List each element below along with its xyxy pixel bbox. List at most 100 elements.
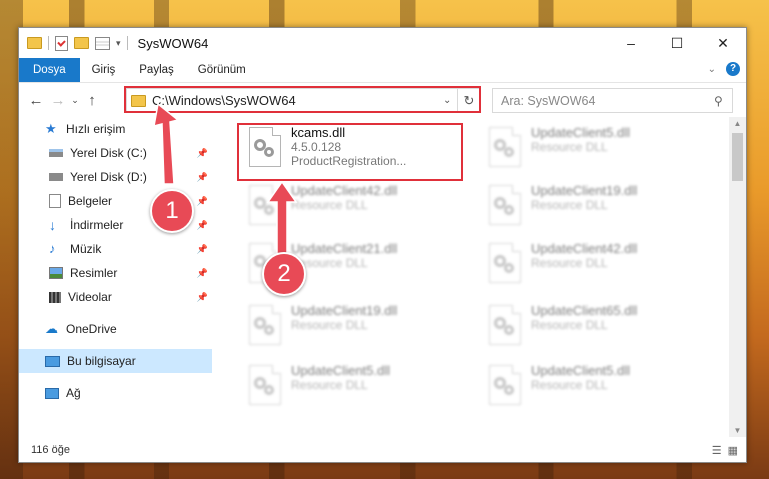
up-button[interactable]: ↑ bbox=[81, 92, 103, 109]
pin-icon[interactable]: 📌 bbox=[197, 172, 208, 183]
customize-dropdown-icon[interactable]: ▾ bbox=[116, 38, 121, 49]
tab-file[interactable]: Dosya bbox=[19, 58, 80, 82]
folder-icon bbox=[27, 37, 42, 49]
properties-icon[interactable] bbox=[95, 36, 110, 50]
explorer-window: ▾ SysWOW64 – ☐ ✕ Dosya Giriş Paylaş Görü… bbox=[18, 27, 747, 463]
dll-file-icon bbox=[243, 303, 283, 349]
pin-icon[interactable]: 📌 bbox=[197, 196, 208, 207]
search-input[interactable]: Ara: SysWOW64 ⚲ bbox=[492, 88, 733, 113]
videos-icon bbox=[49, 291, 61, 303]
tab-view[interactable]: Görünüm bbox=[186, 58, 258, 82]
file-name: UpdateClient42.dll bbox=[531, 241, 638, 256]
file-description: Resource DLL bbox=[531, 198, 608, 212]
expand-ribbon-icon[interactable]: ⌄ bbox=[708, 64, 716, 75]
nav-item-label: Hızlı erişim bbox=[66, 122, 126, 136]
scroll-up-icon[interactable]: ▲ bbox=[729, 119, 746, 128]
search-placeholder: Ara: SysWOW64 bbox=[501, 93, 596, 108]
file-name: UpdateClient5.dll bbox=[291, 363, 391, 378]
pin-icon[interactable]: 📌 bbox=[197, 292, 208, 303]
back-button[interactable]: ← bbox=[25, 92, 47, 109]
search-icon: ⚲ bbox=[714, 93, 723, 108]
nav-item-label: Yerel Disk (D:) bbox=[70, 170, 147, 184]
help-icon[interactable]: ? bbox=[726, 62, 740, 76]
file-item[interactable]: UpdateClient5.dll Resource DLL bbox=[483, 125, 713, 181]
pin-icon[interactable]: 📌 bbox=[197, 148, 208, 159]
status-bar: 116 öğe ☰ ▦ bbox=[19, 438, 746, 462]
window-title: SysWOW64 bbox=[137, 35, 209, 51]
nav-item-label: Müzik bbox=[70, 242, 102, 256]
dll-file-icon bbox=[483, 183, 523, 229]
dll-file-icon bbox=[483, 303, 523, 349]
vertical-scrollbar[interactable]: ▲ ▼ bbox=[729, 117, 746, 437]
scroll-down-icon[interactable]: ▼ bbox=[729, 426, 746, 435]
forward-button[interactable]: → bbox=[47, 92, 69, 109]
step-badge-2: 2 bbox=[262, 252, 306, 296]
pin-icon[interactable]: 📌 bbox=[197, 220, 208, 231]
pictures-icon bbox=[49, 267, 63, 279]
window-controls: – ☐ ✕ bbox=[608, 28, 746, 58]
star-icon: ★ bbox=[45, 121, 57, 136]
minimize-button[interactable]: – bbox=[608, 28, 654, 58]
nav-item-label: Yerel Disk (C:) bbox=[70, 146, 147, 160]
nav-item-label: OneDrive bbox=[66, 322, 117, 336]
file-description: Resource DLL bbox=[291, 378, 368, 392]
recent-locations-icon[interactable]: ⌄ bbox=[69, 95, 81, 106]
download-icon: ↓ bbox=[49, 217, 56, 233]
file-item[interactable]: UpdateClient19.dll Resource DLL bbox=[483, 183, 713, 239]
file-name: UpdateClient5.dll bbox=[531, 363, 631, 378]
arrow-2-icon bbox=[266, 180, 298, 259]
nav-item-videos[interactable]: Videolar 📌 bbox=[19, 285, 212, 309]
dll-file-icon bbox=[483, 363, 523, 409]
pin-icon[interactable]: 📌 bbox=[197, 244, 208, 255]
file-item[interactable]: UpdateClient5.dll Resource DLL bbox=[483, 363, 713, 419]
details-view-icon[interactable]: ☰ bbox=[712, 444, 722, 457]
file-name: UpdateClient19.dll bbox=[291, 303, 398, 318]
file-description: Resource DLL bbox=[531, 140, 608, 154]
file-item[interactable]: UpdateClient42.dll Resource DLL bbox=[483, 241, 713, 297]
file-description: Resource DLL bbox=[291, 256, 368, 270]
cloud-icon: ☁ bbox=[45, 321, 58, 336]
properties-check-icon[interactable] bbox=[55, 35, 68, 51]
file-name: UpdateClient42.dll bbox=[291, 183, 398, 198]
nav-item-onedrive[interactable]: ☁ OneDrive bbox=[19, 317, 212, 341]
computer-icon bbox=[45, 355, 60, 367]
file-name: UpdateClient19.dll bbox=[531, 183, 638, 198]
file-item[interactable]: UpdateClient65.dll Resource DLL bbox=[483, 303, 713, 359]
nav-item-this-pc[interactable]: Bu bilgisayar bbox=[19, 349, 212, 373]
nav-item-pictures[interactable]: Resimler 📌 bbox=[19, 261, 212, 285]
file-name: UpdateClient5.dll bbox=[531, 125, 631, 140]
pin-icon[interactable]: 📌 bbox=[197, 268, 208, 279]
scrollbar-thumb[interactable] bbox=[732, 133, 743, 181]
file-item[interactable]: UpdateClient5.dll Resource DLL bbox=[243, 363, 473, 419]
nav-item-music[interactable]: ♪ Müzik 📌 bbox=[19, 237, 212, 261]
item-count: 116 öğe bbox=[31, 444, 70, 456]
tab-share[interactable]: Paylaş bbox=[127, 58, 186, 82]
dll-file-icon bbox=[483, 241, 523, 287]
divider bbox=[126, 36, 128, 50]
maximize-button[interactable]: ☐ bbox=[654, 28, 700, 58]
documents-icon bbox=[49, 194, 61, 208]
file-description: Resource DLL bbox=[291, 318, 368, 332]
divider bbox=[48, 36, 49, 50]
close-button[interactable]: ✕ bbox=[700, 28, 746, 58]
file-description: Resource DLL bbox=[291, 198, 368, 212]
tiles-view-icon[interactable]: ▦ bbox=[728, 444, 738, 457]
nav-item-label: İndirmeler bbox=[70, 218, 124, 232]
arrow-1-icon bbox=[153, 102, 180, 185]
dll-file-icon bbox=[483, 125, 523, 171]
drive-icon bbox=[49, 149, 63, 157]
step-badge-1: 1 bbox=[150, 189, 194, 233]
file-description: Resource DLL bbox=[531, 378, 608, 392]
nav-item-label: Resimler bbox=[70, 266, 118, 280]
file-description: Resource DLL bbox=[531, 256, 608, 270]
ribbon-tabs: Dosya Giriş Paylaş Görünüm ⌄ ? bbox=[19, 58, 746, 82]
nav-item-label: Ağ bbox=[66, 386, 81, 400]
new-folder-icon[interactable] bbox=[74, 37, 89, 49]
tab-home[interactable]: Giriş bbox=[80, 58, 128, 82]
nav-item-network[interactable]: Ağ bbox=[19, 381, 212, 405]
drive-icon bbox=[49, 173, 63, 181]
quick-access-toolbar: ▾ bbox=[19, 35, 128, 51]
file-item[interactable]: UpdateClient19.dll Resource DLL bbox=[243, 303, 473, 359]
file-name: UpdateClient21.dll bbox=[291, 241, 398, 256]
file-name: UpdateClient65.dll bbox=[531, 303, 638, 318]
